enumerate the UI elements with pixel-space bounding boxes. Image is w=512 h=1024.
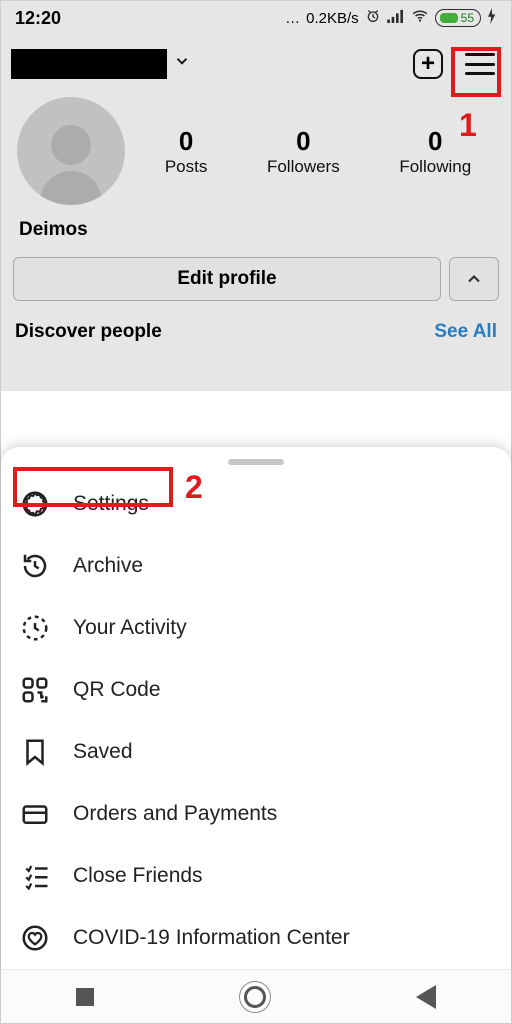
heart-circle-icon	[19, 922, 51, 954]
archive-icon	[19, 550, 51, 582]
menu-item-activity[interactable]: Your Activity	[1, 597, 511, 659]
hamburger-menu-button[interactable]	[459, 43, 501, 85]
stat-count: 0	[165, 126, 208, 157]
menu-bottom-sheet: Settings Archive Your Activity QR Code	[1, 447, 511, 969]
menu-item-qr-code[interactable]: QR Code	[1, 659, 511, 721]
qr-code-icon	[19, 674, 51, 706]
menu-item-label: Your Activity	[73, 616, 187, 640]
credit-card-icon	[19, 798, 51, 830]
battery-icon: 55	[435, 9, 481, 27]
recent-apps-button[interactable]	[76, 988, 94, 1006]
close-friends-icon	[19, 860, 51, 892]
bookmark-icon	[19, 736, 51, 768]
menu-item-close-friends[interactable]: Close Friends	[1, 845, 511, 907]
stat-label: Followers	[267, 157, 340, 177]
menu-item-orders[interactable]: Orders and Payments	[1, 783, 511, 845]
stat-label: Posts	[165, 157, 208, 177]
profile-header: +	[1, 35, 511, 89]
profile-avatar[interactable]	[17, 97, 125, 205]
back-button[interactable]	[416, 985, 436, 1009]
android-nav-bar	[1, 969, 511, 1023]
create-button[interactable]: +	[407, 43, 449, 85]
gear-icon	[19, 488, 51, 520]
stat-followers[interactable]: 0 Followers	[267, 126, 340, 177]
menu-item-label: COVID-19 Information Center	[73, 926, 350, 950]
menu-item-label: Settings	[73, 492, 149, 516]
menu-item-label: Close Friends	[73, 864, 203, 888]
menu-item-settings[interactable]: Settings	[1, 473, 511, 535]
discover-title: Discover people	[15, 321, 162, 343]
activity-icon	[19, 612, 51, 644]
hamburger-icon	[465, 53, 495, 75]
menu-item-archive[interactable]: Archive	[1, 535, 511, 597]
stat-count: 0	[399, 126, 471, 157]
signal-icon	[387, 9, 405, 27]
menu-item-saved[interactable]: Saved	[1, 721, 511, 783]
chevron-down-icon[interactable]	[173, 52, 191, 76]
stat-label: Following	[399, 157, 471, 177]
drag-handle[interactable]	[228, 459, 284, 465]
status-bar: 12:20 … 0.2KB/s 55	[1, 1, 511, 35]
status-netspeed: 0.2KB/s	[306, 10, 359, 27]
display-name: Deimos	[1, 205, 511, 257]
menu-item-label: Saved	[73, 740, 133, 764]
see-all-link[interactable]: See All	[434, 321, 497, 343]
home-button[interactable]	[244, 986, 266, 1008]
stat-posts[interactable]: 0 Posts	[165, 126, 208, 177]
status-time: 12:20	[15, 8, 61, 29]
username-redacted	[11, 49, 167, 79]
plus-icon: +	[413, 49, 443, 79]
stat-count: 0	[267, 126, 340, 157]
edit-profile-button[interactable]: Edit profile	[13, 257, 441, 301]
suggestions-toggle-button[interactable]	[449, 257, 499, 301]
chevron-up-icon	[464, 269, 484, 289]
wifi-icon	[411, 7, 429, 29]
charging-icon	[487, 8, 497, 28]
menu-item-covid[interactable]: COVID-19 Information Center	[1, 907, 511, 969]
menu-item-label: QR Code	[73, 678, 161, 702]
menu-item-label: Archive	[73, 554, 143, 578]
stat-following[interactable]: 0 Following	[399, 126, 471, 177]
menu-item-label: Orders and Payments	[73, 802, 277, 826]
alarm-icon	[365, 8, 381, 28]
